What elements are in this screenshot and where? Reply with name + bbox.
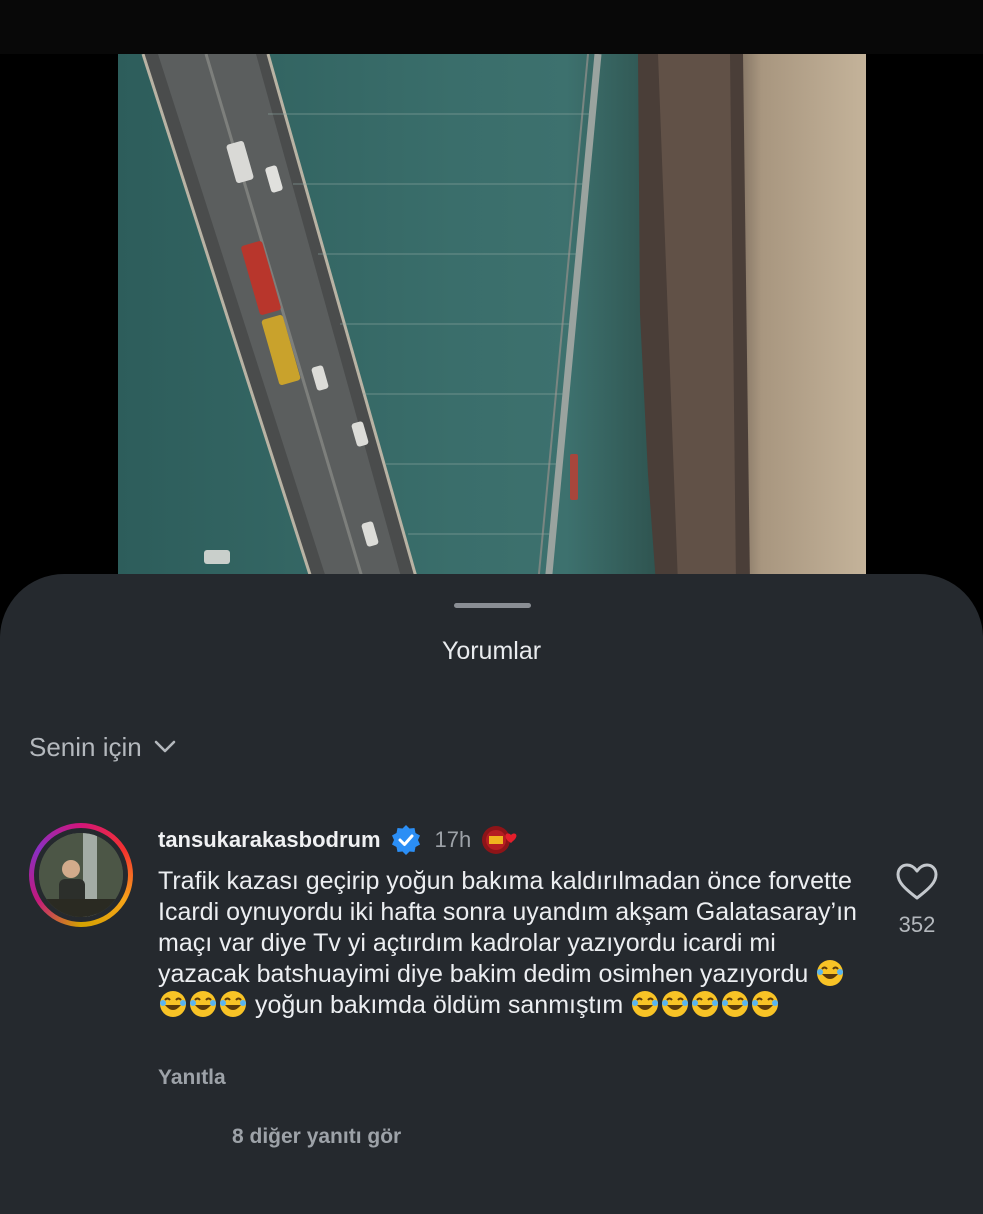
avatar-photo	[39, 833, 123, 917]
galatasaray-heart-badge-icon	[482, 826, 517, 854]
comment-meta: tansukarakasbodrum 17h	[158, 822, 519, 858]
sort-filter-dropdown[interactable]: Senin için	[29, 730, 176, 764]
laughing-emoji-icon	[630, 991, 780, 1019]
sort-filter-label: Senin için	[29, 731, 142, 762]
comment-body-end: yoğun bakımda öldüm sanmıştım	[254, 991, 624, 1019]
bridge-aerial-image	[141, 54, 750, 584]
sheet-title: Yorumlar	[441, 637, 542, 665]
comment-body: Trafik kazası geçirip yoğun bakıma kaldı…	[158, 867, 857, 988]
video-player[interactable]	[118, 54, 866, 584]
verified-badge-icon	[391, 825, 420, 855]
view-replies-link[interactable]: 8 diğer yanıtı gör	[232, 1125, 401, 1149]
heart-icon[interactable]	[895, 862, 939, 902]
reply-button[interactable]: Yanıtla	[158, 1066, 226, 1090]
comment-text: Trafik kazası geçirip yoğun bakıma kaldı…	[158, 866, 858, 1021]
avatar[interactable]	[29, 823, 133, 927]
top-bar	[0, 0, 983, 54]
comment-time: 17h	[434, 827, 472, 852]
chevron-down-icon	[154, 740, 176, 753]
username[interactable]: tansukarakasbodrum	[158, 827, 381, 853]
like-count: 352	[898, 912, 936, 937]
drag-handle[interactable]	[454, 603, 531, 608]
